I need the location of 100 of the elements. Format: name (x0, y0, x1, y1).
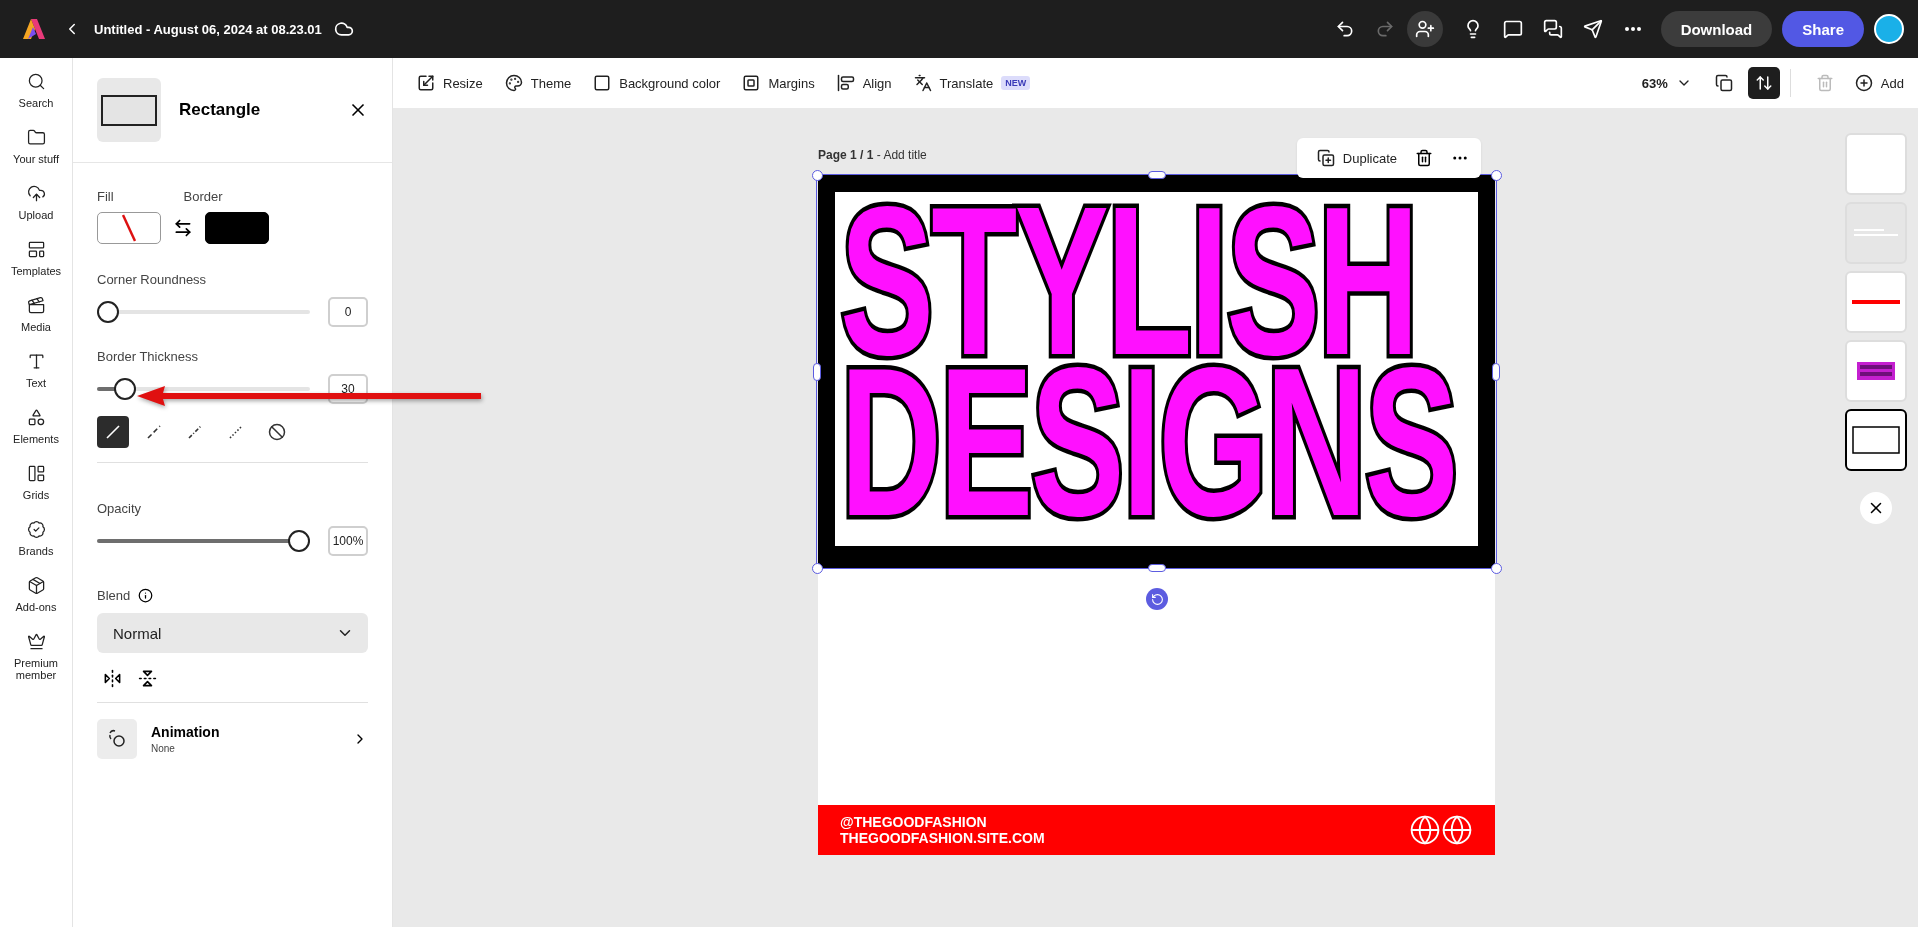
app-logo-icon[interactable] (22, 17, 46, 41)
stuff-icon (26, 128, 46, 147)
toolbar-button[interactable]: Align (836, 74, 892, 92)
comment-icon (1502, 19, 1523, 39)
trash-icon (1815, 74, 1834, 92)
rail-item[interactable]: Search (1, 72, 71, 109)
toolbar-label: Resize (443, 75, 483, 91)
avatar[interactable] (1874, 14, 1904, 44)
border-label: Border (183, 189, 223, 204)
rail-item[interactable]: Upload (1, 184, 71, 221)
rail-item[interactable]: Add-ons (1, 576, 71, 613)
rail-item[interactable]: Text (1, 352, 71, 389)
duplicate-button[interactable]: Duplicate (1316, 149, 1397, 167)
dashed-line-icon (145, 423, 163, 441)
border-swatch[interactable] (205, 212, 269, 244)
add-label: Add (1880, 75, 1904, 91)
rail-item[interactable]: Elements (1, 408, 71, 445)
toolbar-label: Theme (530, 75, 572, 91)
resize-handle[interactable] (811, 562, 823, 574)
resize-handle[interactable] (811, 169, 823, 181)
zoom-select[interactable]: 63% (1641, 75, 1692, 91)
panel-title: Rectangle (179, 100, 262, 120)
undo-icon (1334, 19, 1355, 39)
solid-line-icon (104, 423, 122, 441)
no-fill-icon (122, 214, 136, 242)
flip-horizontal-icon[interactable] (103, 669, 122, 688)
value-field[interactable]: 0 (328, 297, 368, 327)
toolbar-button[interactable]: Background color (593, 74, 721, 92)
resize-handle[interactable] (1490, 169, 1502, 181)
blend-select[interactable]: Normal (97, 613, 368, 653)
animation-title: Animation (151, 724, 221, 740)
rail-item[interactable]: Templates (1, 240, 71, 277)
duplicate-icon (1316, 149, 1335, 167)
resize-handle[interactable] (1147, 564, 1166, 572)
layers-toggle[interactable] (1747, 67, 1780, 99)
slider-handle[interactable] (97, 301, 119, 323)
rail-item[interactable]: Media (1, 296, 71, 333)
premium-icon (26, 632, 46, 651)
slider[interactable] (97, 301, 310, 323)
theme-icon (504, 74, 523, 92)
rail-item[interactable]: Grids (1, 464, 71, 501)
globe-icon (1441, 814, 1473, 846)
brands-icon (26, 520, 46, 539)
align-icon (836, 74, 855, 92)
info-icon[interactable] (138, 588, 154, 603)
value-field[interactable]: 100% (328, 526, 368, 556)
animation-icon (97, 719, 137, 759)
swap-icon[interactable] (173, 218, 193, 238)
slider-handle[interactable] (114, 378, 137, 400)
search-icon (26, 72, 46, 91)
translate-icon (913, 74, 932, 92)
layer-thumbnail[interactable] (1844, 409, 1907, 471)
more-icon (1624, 27, 1641, 31)
resize-icon (417, 74, 435, 92)
elements-icon (26, 408, 46, 427)
templates-icon (26, 240, 46, 259)
delete-icon[interactable] (1415, 149, 1433, 167)
rail-item[interactable]: Brands (1, 520, 71, 557)
animation-value: None (151, 743, 176, 754)
toolbar-button[interactable]: Theme (504, 74, 572, 92)
title-drawing (1856, 362, 1895, 380)
document-title[interactable]: Untitled - August 06, 2024 at 08.23.01 (94, 21, 322, 37)
rail-item[interactable]: Premium member (1, 632, 71, 681)
comments-icon (1542, 19, 1563, 39)
resize-handle[interactable] (813, 362, 821, 381)
toolbar-button[interactable]: Resize (417, 74, 483, 92)
animation-row[interactable]: Animation None (73, 719, 392, 759)
toolbar-label: Background color (619, 75, 721, 91)
pages-icon (1714, 74, 1733, 92)
blend-label: Blend (97, 588, 131, 603)
globe-icon (1409, 814, 1441, 846)
invite-icon (1414, 19, 1435, 39)
toolbar-button[interactable]: Margins (742, 74, 815, 92)
fill-label: Fill (97, 189, 114, 204)
upload-icon (26, 184, 46, 203)
cloud-icon (333, 19, 354, 39)
no-entry-icon (268, 423, 286, 441)
toolbar-button[interactable]: Translate NEW (913, 74, 1031, 92)
arrows-icon (1754, 74, 1773, 92)
page-label[interactable]: Page 1 / 1 - Add title (818, 148, 927, 162)
toolbar-label: Margins (768, 75, 815, 91)
slider-handle[interactable] (288, 530, 310, 552)
resize-handle[interactable] (1492, 362, 1500, 381)
resize-handle[interactable] (1147, 171, 1166, 179)
invite-button[interactable] (1406, 11, 1443, 47)
toolbar-label: Align (862, 75, 892, 91)
download-button[interactable]: Download (1660, 11, 1773, 47)
margins-icon (742, 74, 761, 92)
rail-item[interactable]: Your stuff (1, 128, 71, 165)
rotate-icon (1150, 592, 1164, 606)
share-button[interactable]: Share (1782, 11, 1864, 47)
flip-vertical-icon[interactable] (138, 669, 157, 688)
line-style-button[interactable] (97, 416, 129, 448)
fill-swatch[interactable] (97, 212, 161, 244)
footer-text: THEGOODFASHION.SITE.COM (840, 831, 1045, 845)
add-button[interactable]: Add (1854, 74, 1904, 92)
close-button[interactable] (1859, 492, 1892, 524)
rotate-handle[interactable] (1146, 588, 1168, 610)
resize-handle[interactable] (1490, 562, 1502, 574)
slider[interactable] (97, 530, 310, 552)
